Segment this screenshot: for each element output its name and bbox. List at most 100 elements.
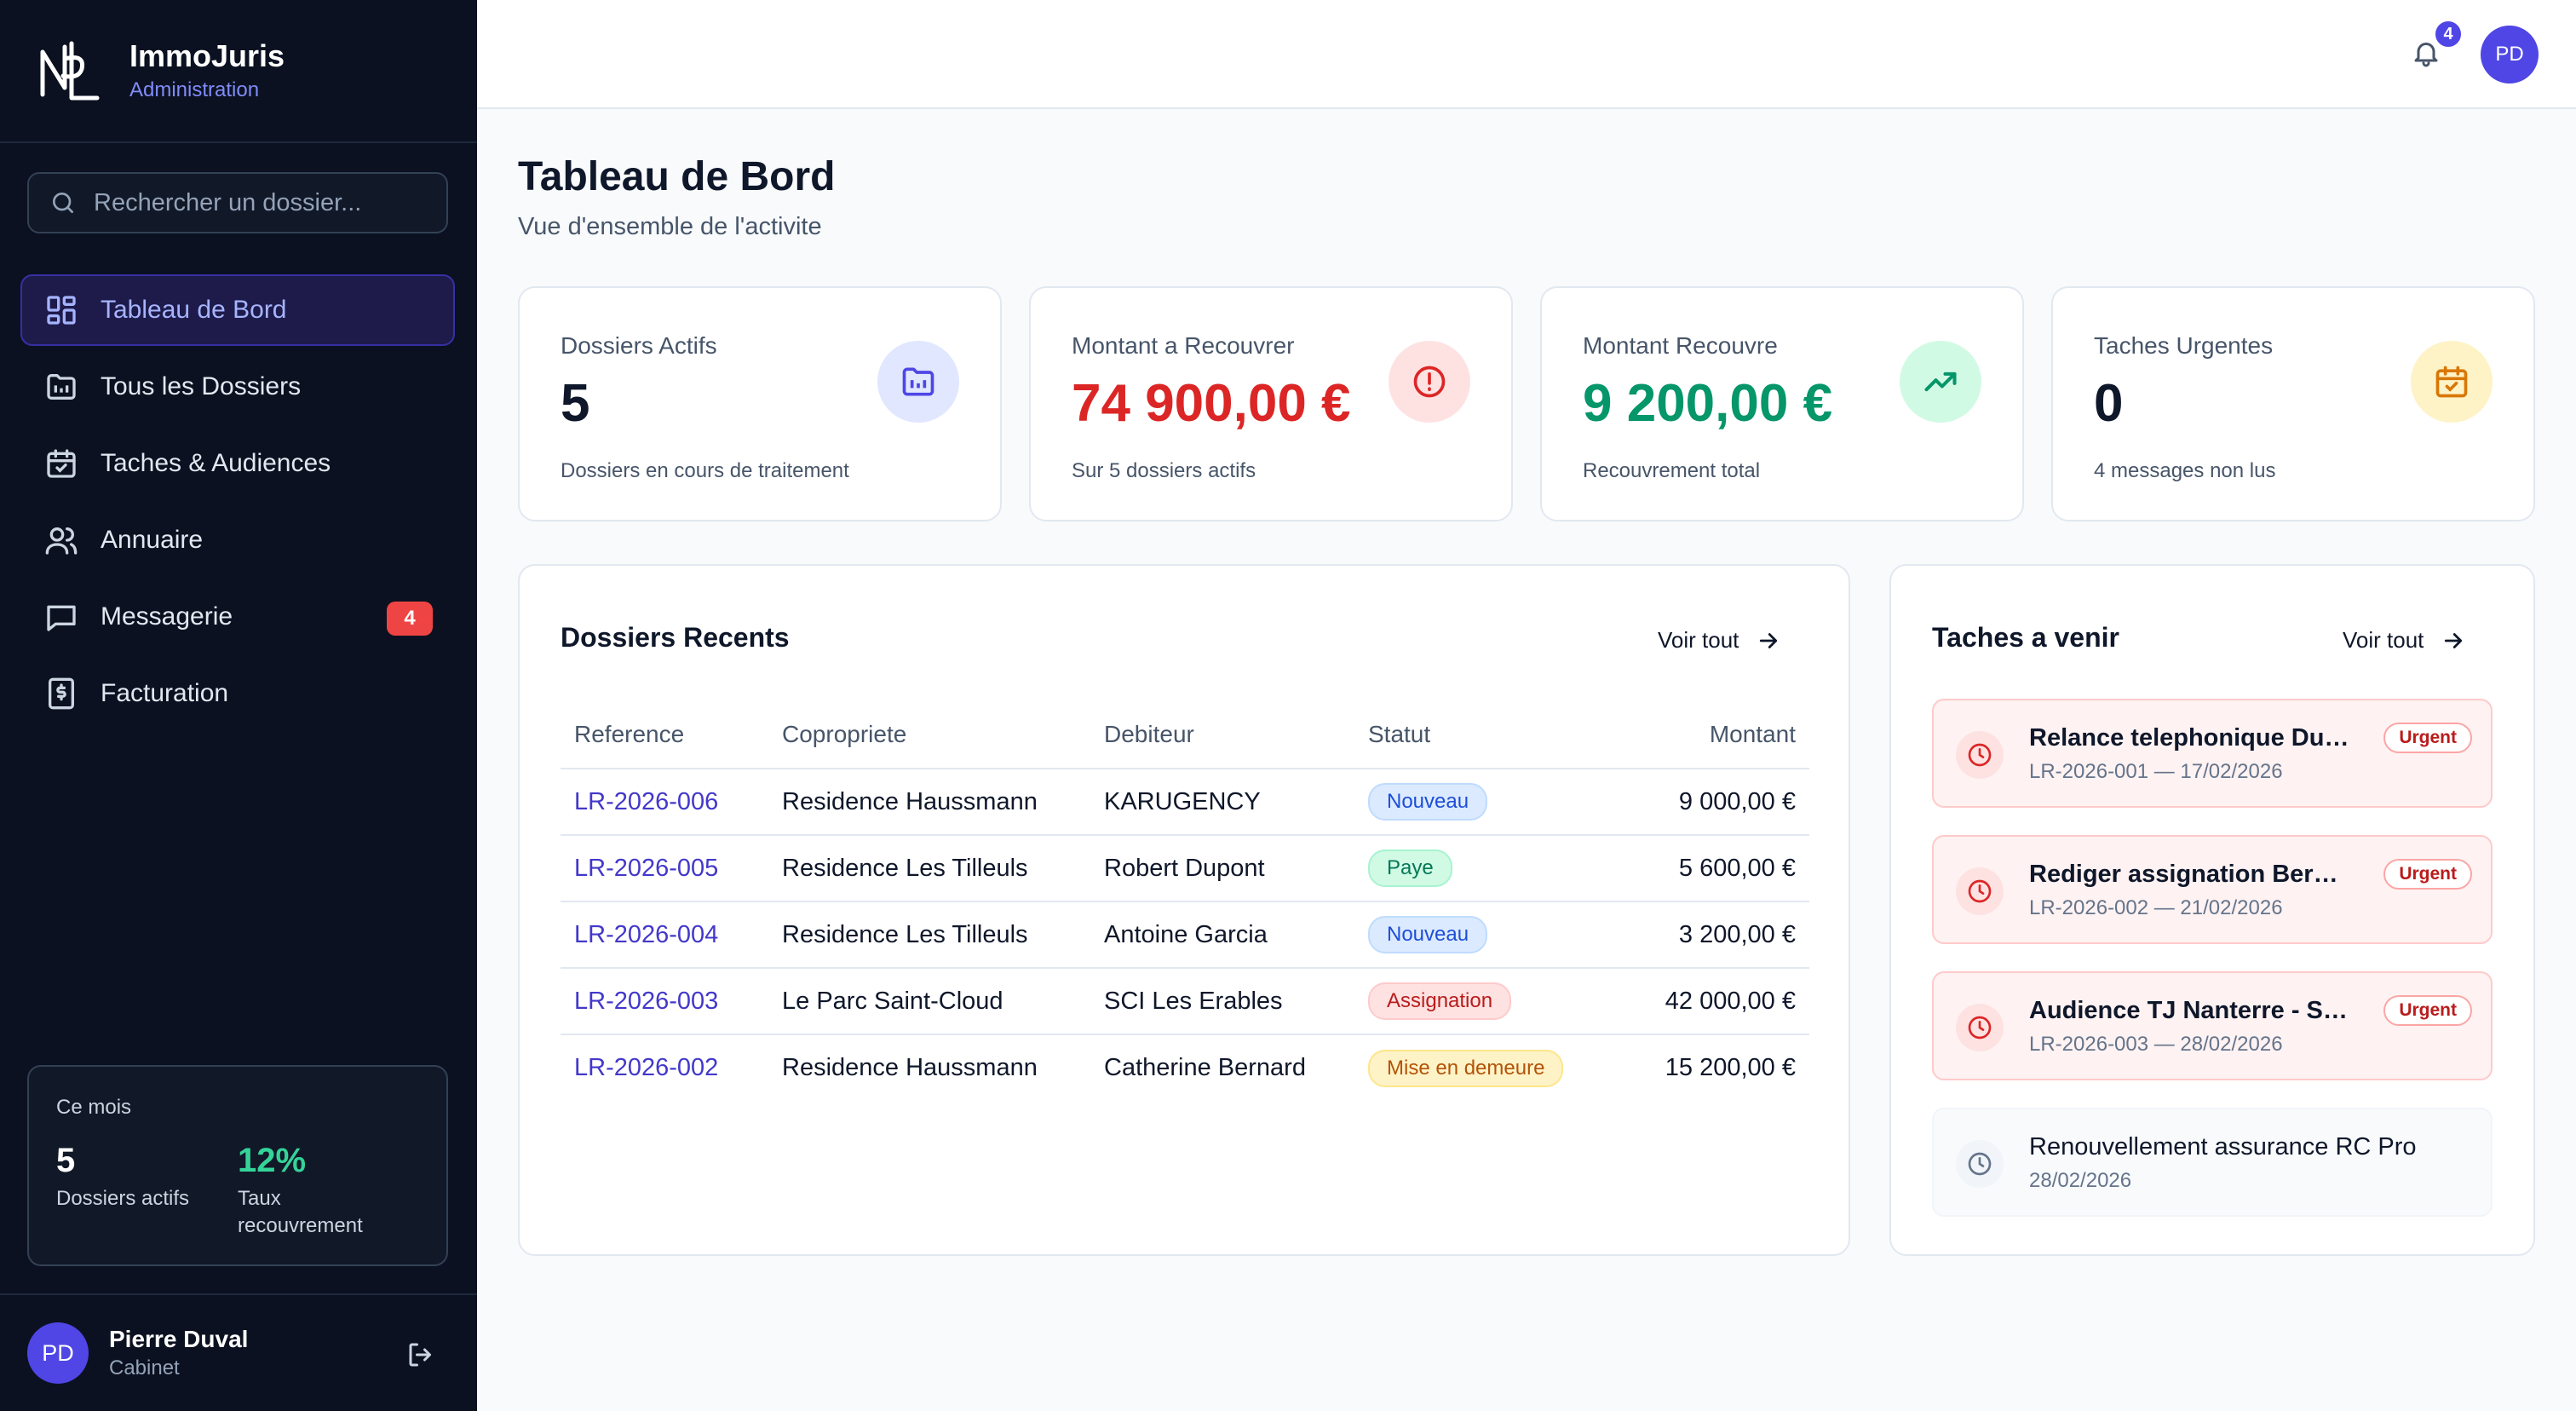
urgent-badge: Urgent [2383,995,2472,1026]
status-badge: Mise en demeure [1368,1049,1564,1087]
recent-dossiers-panel: Dossiers Recents Voir tout Reference Cop… [518,564,1850,1256]
sidebar-item-facturation[interactable]: Facturation [20,658,455,729]
panel-title: Dossiers Recents [561,622,790,653]
stat-card-montant-recouvrer[interactable]: Montant a Recouvrer 74 900,00 € Sur 5 do… [1029,286,1513,521]
alert-icon [1389,341,1470,423]
upcoming-tasks-panel: Taches a venir Voir tout Relance telepho… [1889,564,2535,1256]
montant-cell: 9 000,00 € [1610,769,1809,836]
brand-name: ImmoJuris [129,38,285,73]
column-header[interactable]: Statut [1354,700,1610,769]
stat-card-montant-recouvre[interactable]: Montant Recouvre 9 200,00 € Recouvrement… [1540,286,2024,521]
stat-desc: Dossiers en cours de traitement [561,459,849,482]
search-box[interactable] [27,172,448,233]
sidebar-item-taches[interactable]: Taches & Audiences [20,428,455,499]
copropriete-cell: Residence Les Tilleuls [768,901,1090,969]
tasks-see-all-link[interactable]: Voir tout [2343,627,2466,654]
stat-card-dossiers-actifs[interactable]: Dossiers Actifs 5 Dossiers en cours de t… [518,286,1002,521]
clock-icon [1956,1004,2004,1051]
dossier-reference-link[interactable]: LR-2026-006 [561,769,768,836]
table-row[interactable]: LR-2026-006 Residence Haussmann KARUGENC… [561,769,1809,836]
urgent-badge: Urgent [2383,723,2472,753]
task-item[interactable]: Renouvellement assurance RC Pro 28/02/20… [1932,1108,2493,1217]
column-header[interactable]: Montant [1610,700,1809,769]
month-rate-label: Taux recouvrement [238,1187,363,1237]
stat-desc: 4 messages non lus [2094,459,2276,482]
task-title: Rediger assignation Bernard [2029,861,2353,888]
logout-icon[interactable] [405,1339,436,1370]
task-title: Renouvellement assurance RC Pro [2029,1133,2417,1160]
column-header[interactable]: Debiteur [1090,700,1354,769]
header-avatar[interactable]: PD [2481,26,2539,84]
debiteur-cell: KARUGENCY [1090,769,1354,836]
dossier-reference-link[interactable]: LR-2026-005 [561,835,768,902]
arrow-right-icon [2445,632,2463,648]
task-item[interactable]: Relance telephonique Dup... LR-2026-001 … [1932,699,2493,808]
column-header[interactable]: Copropriete [768,700,1090,769]
status-cell: Assignation [1354,968,1610,1035]
montant-cell: 42 000,00 € [1610,968,1809,1035]
folder-icon [47,374,76,400]
status-cell: Nouveau [1354,901,1610,969]
month-label: Ce mois [56,1096,132,1119]
sidebar: ImmoJuris Administration Tableau de Bord… [0,0,477,1411]
column-header[interactable]: Reference [561,700,768,769]
dossier-reference-link[interactable]: LR-2026-003 [561,968,768,1035]
sidebar-item-dashboard[interactable]: Tableau de Bord [20,274,455,346]
month-active-value: 5 [56,1142,76,1179]
brand[interactable]: ImmoJuris Administration [0,0,477,143]
sidebar-item-label: Taches & Audiences [101,449,331,477]
avatar[interactable]: PD [27,1322,89,1384]
sidebar-item-messagerie[interactable]: Messagerie 4 [20,581,455,653]
sidebar-nav: Tableau de Bord Tous les Dossiers Taches… [20,274,455,734]
copropriete-cell: Residence Haussmann [782,1054,1038,1081]
recent-dossiers-table: Reference Copropriete Debiteur Statut Mo… [561,700,1809,1101]
debiteur-cell: Catherine Bernard [1104,1054,1306,1081]
sidebar-item-label: Tous les Dossiers [101,372,302,400]
status-badge: Assignation [1368,982,1512,1020]
table-row[interactable]: LR-2026-005 Residence Les Tilleuls Rober… [561,835,1809,902]
sidebar-item-annuaire[interactable]: Annuaire [20,504,455,576]
status-cell: Mise en demeure [1354,1034,1610,1101]
panel-title: Taches a venir [1932,622,2119,653]
arrow-right-icon [1760,632,1778,648]
month-rate-value: 12% [238,1142,307,1179]
users-icon [45,527,78,555]
task-item[interactable]: Audience TJ Nanterre - SCI... LR-2026-00… [1932,971,2493,1080]
see-all-label: Voir tout [2343,627,2424,653]
stat-desc: Sur 5 dossiers actifs [1072,459,1256,482]
status-cell: Paye [1354,835,1610,902]
trending-up-icon [1900,341,1981,423]
table-row[interactable]: LR-2026-003 Le Parc Saint-Cloud SCI Les … [561,968,1809,1035]
page-subtitle: Vue d'ensemble de l'activite [518,213,822,240]
status-badge: Nouveau [1368,783,1488,821]
sidebar-item-label: Tableau de Bord [101,296,287,324]
month-active-label: Dossiers actifs [56,1187,190,1210]
table-row[interactable]: LR-2026-004 Residence Les Tilleuls Antoi… [561,901,1809,969]
invoice-icon [49,677,74,710]
table-row[interactable]: LR-2026-002 Residence Haussmann Catherin… [561,1034,1809,1101]
montant-cell: 5 600,00 € [1610,835,1809,902]
dossier-reference-link[interactable]: LR-2026-004 [561,901,768,969]
copropriete-cell: Residence Haussmann [768,769,1090,836]
task-item[interactable]: Rediger assignation Bernard LR-2026-002 … [1932,835,2493,944]
brand-subtitle: Administration [129,78,260,101]
notification-badge: 4 [2433,19,2464,49]
brand-logo-icon [40,41,100,101]
status-badge: Nouveau [1368,916,1488,953]
search-input[interactable] [94,188,434,217]
search-icon [53,193,73,213]
dossier-reference-link[interactable]: LR-2026-002 [561,1034,768,1101]
clock-icon [1956,867,2004,915]
sidebar-item-label: Facturation [101,679,229,707]
sidebar-item-dossiers[interactable]: Tous les Dossiers [20,351,455,423]
recent-see-all-link[interactable]: Voir tout [1658,627,1781,654]
clock-icon [1956,731,2004,779]
page-title: Tableau de Bord [518,154,836,199]
status-cell: Nouveau [1354,769,1610,836]
calendar-icon [47,449,76,478]
table-header-row: Reference Copropriete Debiteur Statut Mo… [561,700,1809,769]
sidebar-item-label: Messagerie [101,602,233,631]
stat-card-taches-urgentes[interactable]: Taches Urgentes 0 4 messages non lus [2051,286,2535,521]
copropriete-cell: Le Parc Saint-Cloud [768,968,1090,1035]
stat-desc: Recouvrement total [1583,459,1761,482]
